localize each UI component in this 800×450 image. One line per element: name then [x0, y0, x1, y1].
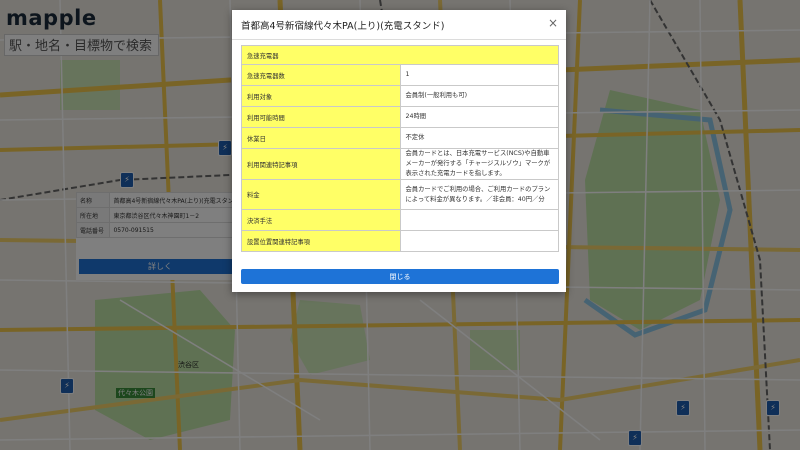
table-row: 設置位置関連特記事項: [241, 230, 559, 252]
table-row: 料金 会員カードでご利用の場合、ご利用カードのプランによって料金が異なります。／…: [241, 179, 559, 210]
row-value: 不定休: [399, 127, 559, 149]
row-value: [399, 209, 559, 231]
row-label: 利用可能時間: [241, 106, 401, 128]
charger-spec-table: 急速充電器 急速充電器数 1 利用対象 会員制(一般利用も可) 利用可能時間 2…: [241, 45, 559, 252]
row-label: 設置位置関連特記事項: [241, 230, 401, 252]
row-label: 利用関連特記事項: [241, 148, 401, 180]
table-row: 利用関連特記事項 会員カードとは、日本充電サービス(NCS)や自動車メーカーが発…: [241, 148, 559, 180]
row-value: 24時間: [399, 106, 559, 128]
row-value: 会員カードでご利用の場合、ご利用カードのプランによって料金が異なります。／非会員…: [399, 179, 559, 210]
row-value: [399, 230, 559, 252]
modal-header: 首都高4号新宿線代々木PA(上り)(充電スタンド) ×: [232, 10, 566, 40]
table-row: 休業日 不定休: [241, 127, 559, 149]
close-button[interactable]: 閉じる: [241, 269, 559, 284]
row-label: 決済手法: [241, 209, 401, 231]
row-label: 利用対象: [241, 85, 401, 107]
table-row: 急速充電器数 1: [241, 64, 559, 86]
section-row: 急速充電器: [241, 45, 559, 65]
row-label: 休業日: [241, 127, 401, 149]
row-label: 急速充電器数: [241, 64, 401, 86]
row-value: 会員カードとは、日本充電サービス(NCS)や自動車メーカーが発行する「チャージス…: [399, 148, 559, 180]
table-row: 利用可能時間 24時間: [241, 106, 559, 128]
table-row: 利用対象 会員制(一般利用も可): [241, 85, 559, 107]
close-icon[interactable]: ×: [548, 16, 558, 30]
table-row: 決済手法: [241, 209, 559, 231]
modal-title: 首都高4号新宿線代々木PA(上り)(充電スタンド): [241, 21, 445, 32]
row-label: 料金: [241, 179, 401, 210]
row-value: 会員制(一般利用も可): [399, 85, 559, 107]
section-header: 急速充電器: [241, 45, 559, 65]
charging-station-modal: 首都高4号新宿線代々木PA(上り)(充電スタンド) × 急速充電器 急速充電器数…: [232, 10, 566, 292]
row-value: 1: [399, 64, 559, 86]
